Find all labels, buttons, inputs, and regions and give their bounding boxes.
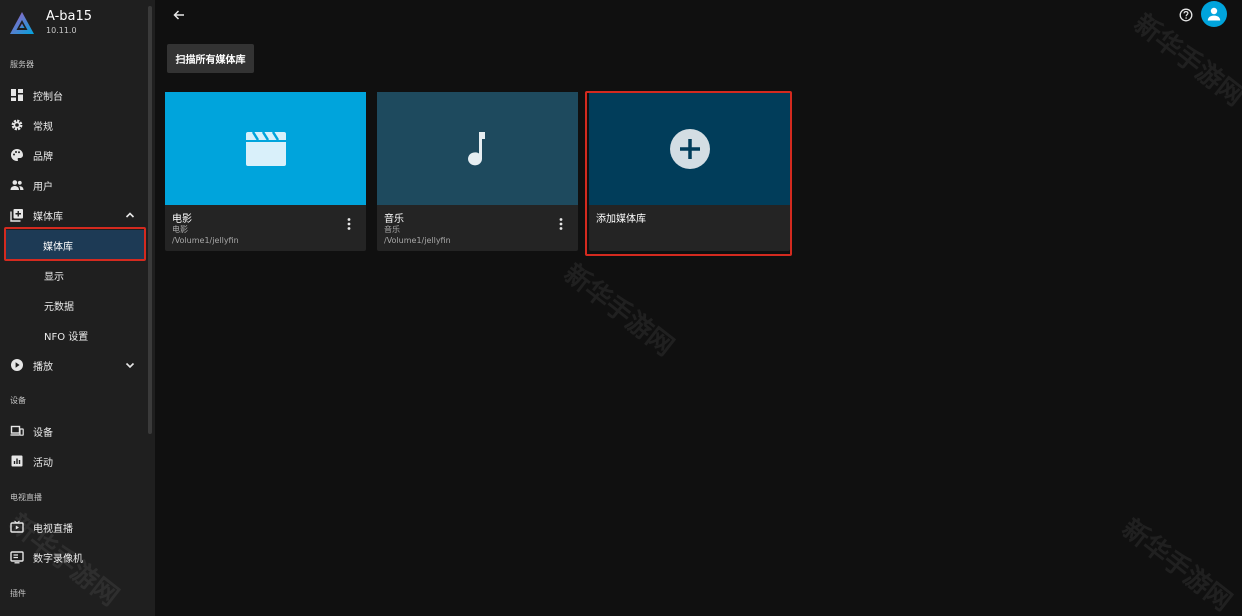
- section-devices-label: 设备: [10, 396, 26, 405]
- palette-icon: [11, 149, 23, 161]
- sidebar-item-nfo[interactable]: NFO 设置: [0, 320, 148, 350]
- section-server-label: 服务器: [10, 60, 34, 69]
- sidebar-item-label: 控制台: [33, 91, 63, 103]
- movie-clapper-icon: [245, 130, 286, 166]
- sidebar-item-dvr[interactable]: 数字录像机: [0, 542, 148, 572]
- library-type: 音乐: [384, 225, 400, 234]
- sidebar-item-playback[interactable]: 播放: [0, 350, 148, 380]
- sidebar-item-label: NFO 设置: [44, 331, 89, 343]
- section-plugins-label: 插件: [10, 589, 26, 598]
- add-library-image[interactable]: [589, 92, 790, 205]
- sidebar-item-label: 播放: [33, 361, 53, 373]
- sidebar-item-label: 电视直播: [33, 523, 73, 535]
- sidebar-item-label: 用户: [33, 181, 53, 193]
- sidebar-item-livetv[interactable]: 电视直播: [0, 512, 148, 542]
- sidebar-item-display[interactable]: 显示: [0, 260, 148, 290]
- server-brand[interactable]: A-ba15 10.11.0: [8, 8, 92, 42]
- play-circle-icon: [11, 359, 23, 371]
- sidebar-item-users[interactable]: 用户: [0, 170, 148, 200]
- library-card-image[interactable]: [165, 92, 366, 205]
- scan-all-libraries-button[interactable]: 扫描所有媒体库: [167, 44, 254, 73]
- sidebar-item-libraries[interactable]: 媒体库: [0, 200, 148, 230]
- sidebar-item-label: 显示: [44, 271, 64, 283]
- sidebar-item-branding[interactable]: 品牌: [0, 140, 148, 170]
- live-tv-icon: [10, 520, 24, 533]
- library-add-icon: [10, 209, 23, 222]
- back-arrow-icon[interactable]: [170, 6, 188, 24]
- sidebar-item-devices[interactable]: 设备: [0, 416, 148, 446]
- library-path: /Volume1/jellyfin: [172, 236, 239, 245]
- more-vertical-icon[interactable]: [344, 217, 354, 231]
- add-library-card[interactable]: 添加媒体库: [589, 92, 790, 251]
- jellyfin-logo-icon: [10, 12, 34, 34]
- sidebar-item-dashboard[interactable]: 控制台: [0, 80, 148, 110]
- devices-icon: [10, 425, 24, 436]
- add-circle-icon: [669, 128, 710, 169]
- user-avatar[interactable]: [1201, 1, 1227, 27]
- more-vertical-icon[interactable]: [556, 217, 566, 231]
- library-card-image[interactable]: [377, 92, 578, 205]
- section-livetv-label: 电视直播: [10, 493, 42, 502]
- server-name: A-ba15: [46, 9, 93, 24]
- library-title: 电影: [172, 214, 192, 225]
- sidebar-item-label: 元数据: [44, 301, 74, 313]
- chevron-down-icon[interactable]: [124, 359, 136, 371]
- music-note-icon: [467, 131, 485, 165]
- chevron-up-icon[interactable]: [124, 209, 136, 221]
- add-library-label: 添加媒体库: [596, 214, 646, 225]
- activity-chart-icon: [11, 455, 23, 467]
- sidebar-item-label: 品牌: [33, 151, 53, 163]
- sidebar-item-metadata[interactable]: 元数据: [0, 290, 148, 320]
- users-icon: [10, 180, 24, 190]
- help-icon[interactable]: [1179, 8, 1193, 22]
- sidebar: A-ba15 10.11.0 服务器 控制台 常规 品牌 用户 媒体库 媒体库 …: [0, 0, 155, 616]
- dvr-icon: [10, 551, 24, 564]
- gear-icon: [11, 119, 23, 131]
- sidebar-item-label: 媒体库: [43, 241, 73, 253]
- sidebar-scrollbar[interactable]: [148, 6, 152, 434]
- sidebar-item-general[interactable]: 常规: [0, 110, 148, 140]
- watermark-text: 新华手游网: [1116, 513, 1237, 616]
- library-type: 电影: [172, 225, 188, 234]
- watermark-text: 新华手游网: [558, 258, 679, 363]
- sidebar-item-label: 常规: [33, 121, 53, 133]
- library-path: /Volume1/jellyfin: [384, 236, 451, 245]
- sidebar-item-activity[interactable]: 活动: [0, 446, 148, 476]
- sidebar-item-libraries-sub[interactable]: 媒体库: [6, 230, 144, 260]
- sidebar-item-label: 活动: [33, 457, 53, 469]
- dashboard-icon: [11, 89, 23, 101]
- library-card-movies[interactable]: 电影 电影 /Volume1/jellyfin: [165, 92, 366, 251]
- sidebar-item-label: 数字录像机: [33, 553, 83, 565]
- user-icon: [1207, 7, 1221, 21]
- library-card-music[interactable]: 音乐 音乐 /Volume1/jellyfin: [377, 92, 578, 251]
- sidebar-item-label: 媒体库: [33, 211, 63, 223]
- server-version: 10.11.0: [46, 26, 77, 35]
- sidebar-item-label: 设备: [33, 427, 53, 439]
- app-root: A-ba15 10.11.0 服务器 控制台 常规 品牌 用户 媒体库 媒体库 …: [0, 0, 1242, 616]
- library-title: 音乐: [384, 214, 404, 225]
